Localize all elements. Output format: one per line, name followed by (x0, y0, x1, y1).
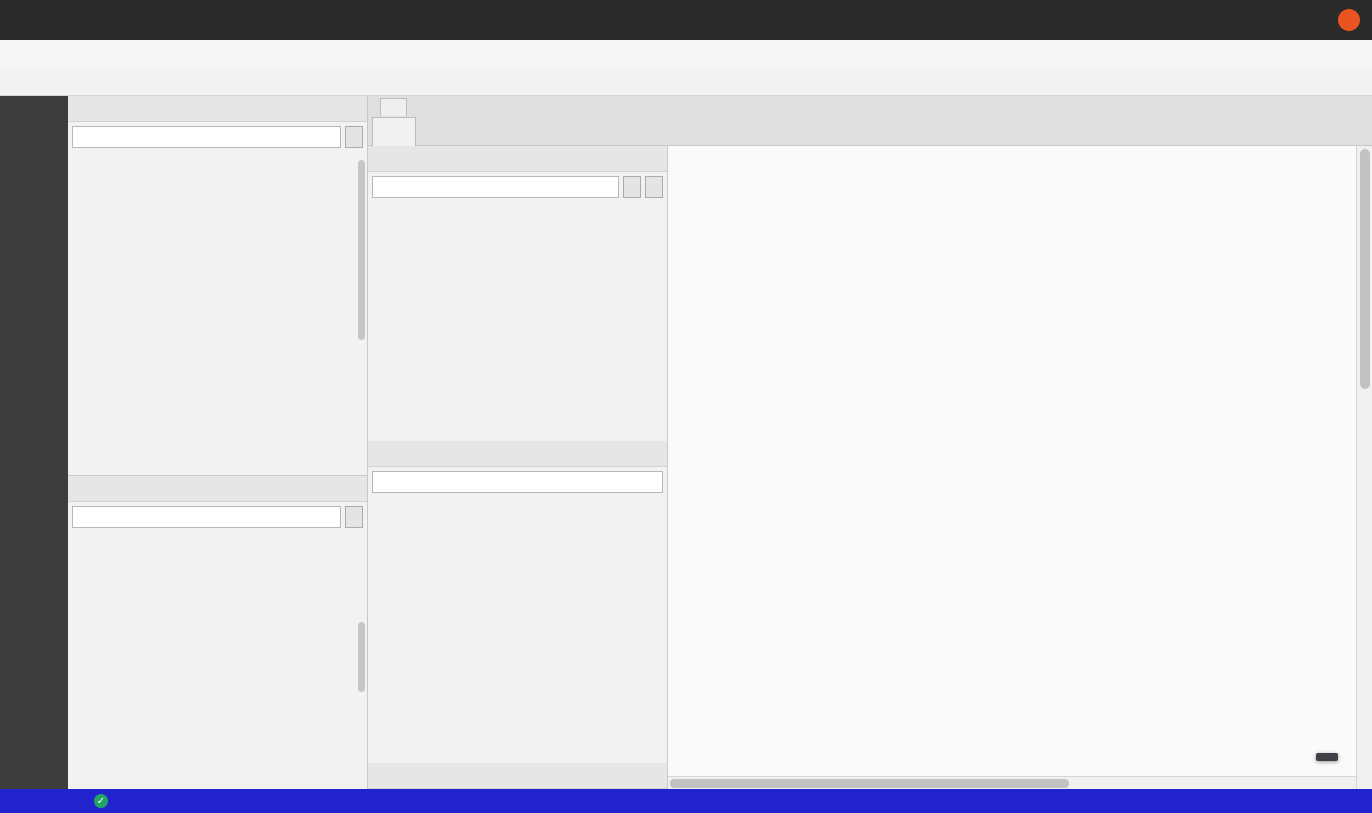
tab-invoice[interactable] (372, 117, 416, 146)
statusbar: ✓ (0, 789, 1372, 813)
dbgate-window: ✓ (0, 0, 1372, 813)
macros-header (368, 763, 667, 789)
connections-section (68, 96, 367, 476)
data-grid-area (668, 146, 1372, 789)
columns-section (368, 146, 667, 441)
connections-header (68, 96, 367, 122)
structure-panel (368, 146, 668, 789)
icon-sidebar (0, 96, 68, 789)
connections-search-input[interactable] (72, 126, 341, 148)
tables-list (68, 532, 367, 789)
references-search-input[interactable] (372, 471, 663, 493)
left-panel (68, 96, 368, 789)
connections-refresh-button[interactable] (345, 126, 363, 148)
tab-group-chinook[interactable] (380, 98, 407, 116)
references-section (368, 441, 667, 789)
horizontal-scrollbar-thumb[interactable] (670, 779, 1069, 788)
tables-scrollbar[interactable] (358, 622, 365, 692)
tables-section (68, 476, 367, 789)
horizontal-scrollbar[interactable] (668, 776, 1356, 789)
close-button[interactable] (1338, 9, 1360, 31)
tables-header (68, 476, 367, 502)
connections-list (68, 152, 367, 475)
tables-refresh-button[interactable] (345, 506, 363, 528)
connections-scrollbar[interactable] (358, 160, 365, 340)
vertical-scrollbar-thumb[interactable] (1360, 149, 1370, 389)
columns-search-input[interactable] (372, 176, 619, 198)
statusbar-status[interactable]: ✓ (94, 794, 114, 808)
tables-search-input[interactable] (72, 506, 341, 528)
columns-list (368, 202, 667, 208)
vertical-scrollbar[interactable] (1356, 146, 1372, 789)
columns-header (368, 146, 667, 172)
hide-button[interactable] (623, 176, 641, 198)
toolbar (0, 67, 1372, 96)
references-header (368, 441, 667, 467)
titlebar (0, 0, 1372, 40)
tab-strip (368, 96, 1372, 146)
selection-stats-tooltip (1316, 753, 1338, 761)
menubar (0, 40, 1372, 67)
show-button[interactable] (645, 176, 663, 198)
connected-check-icon: ✓ (94, 794, 108, 808)
